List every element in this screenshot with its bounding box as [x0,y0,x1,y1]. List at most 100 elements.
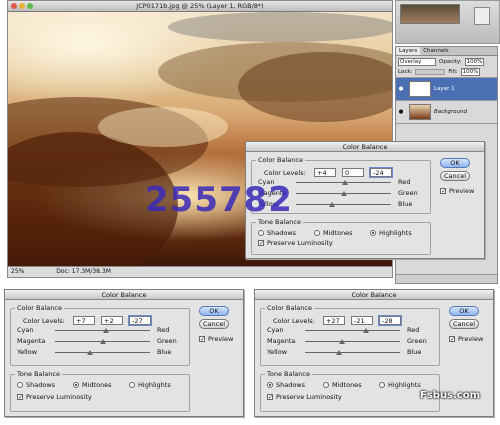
navigator-thumbnail[interactable] [400,4,460,24]
radio-midtones[interactable] [314,230,320,236]
color-balance-dialog-left: Color Balance Color Balance Color Levels: +… [4,289,244,417]
dialog-title[interactable]: Color Balance [246,142,484,152]
slider-track[interactable] [305,330,400,331]
radio-highlights[interactable] [129,382,135,388]
color-level-field-2[interactable]: 0 [342,168,364,177]
slider-thumb[interactable] [103,328,110,333]
opacity-field[interactable]: 100% [464,57,485,66]
slider-left-label: Magenta [17,337,46,345]
minimize-icon[interactable] [19,3,25,9]
color-level-field-2[interactable]: -21 [351,316,373,325]
preview-checkbox[interactable]: ✓ [199,336,205,343]
slider-right-label: Red [157,326,170,334]
slider-thumb[interactable] [100,339,107,344]
eye-icon[interactable]: ● [396,109,406,115]
radio-shadows[interactable] [267,382,273,388]
cancel-button[interactable]: Cancel [440,171,470,181]
slider-track[interactable] [55,352,150,353]
radio-shadows[interactable] [17,382,23,388]
slider-left-label: Yellow [17,348,38,356]
color-levels-label: Color Levels: [264,169,306,177]
color-level-field-1[interactable]: +7 [73,316,95,325]
color-balance-group-label: Color Balance [265,304,314,312]
watermark-text: 255782 [145,180,293,220]
zoom-level[interactable]: 25% [11,268,24,275]
slider-right-label: Blue [157,348,172,356]
slider-thumb[interactable] [329,202,336,207]
layer-thumbnail [409,104,431,120]
slider-left-label: Yellow [267,348,288,356]
photo-statusbar: 25% Doc: 17.3M/38.3M [8,266,392,277]
color-level-field-1[interactable]: +4 [314,168,336,177]
dialog-title[interactable]: Color Balance [255,290,493,300]
preview-checkbox[interactable]: ✓ [449,336,455,343]
file-icon[interactable] [474,7,490,25]
layer-actions-bar[interactable] [396,274,497,283]
radio-label-highlights: Highlights [388,381,421,389]
tab-layers[interactable]: Layers [396,47,421,55]
ok-button[interactable]: OK [199,306,229,316]
doc-info[interactable]: Doc: 17.3M/38.3M [56,268,111,275]
radio-label-highlights: Highlights [379,229,412,237]
radio-label-shadows: Shadows [267,229,297,237]
color-level-field-3[interactable]: -27 [128,315,152,326]
color-level-field-3[interactable]: -24 [369,167,393,178]
photo-title: JCP0171b.jpg @ 25% (Layer 1, RGB/8*) [136,2,264,10]
slider-right-label: Blue [407,348,422,356]
site-logo: Fsbus.com [420,390,481,401]
color-level-field-3[interactable]: -28 [378,315,402,326]
lock-row: Lock: Fill: 100% [396,67,497,78]
cancel-button[interactable]: Cancel [449,319,479,329]
radio-shadows[interactable] [258,230,264,236]
cancel-button[interactable]: Cancel [199,319,229,329]
lock-icons[interactable] [415,69,446,75]
photo-titlebar[interactable]: JCP0171b.jpg @ 25% (Layer 1, RGB/8*) [8,1,392,12]
ok-button[interactable]: OK [449,306,479,316]
color-level-field-2[interactable]: +2 [101,316,123,325]
slider-track[interactable] [305,352,400,353]
slider-thumb[interactable] [362,328,369,333]
layer-row-layer1[interactable]: ● Layer 1 [396,78,497,101]
preview-label: Preview [208,335,234,343]
radio-midtones[interactable] [323,382,329,388]
radio-highlights[interactable] [379,382,385,388]
fill-label: Fill: [448,69,458,75]
radio-label-midtones: Midtones [82,381,112,389]
tab-channels[interactable]: Channels [420,47,451,55]
color-balance-group-label: Color Balance [15,304,64,312]
slider-right-label: Green [407,337,427,345]
fill-field[interactable]: 100% [460,68,481,76]
slider-track[interactable] [296,204,391,205]
preview-label: Preview [449,187,475,195]
slider-right-label: Green [157,337,177,345]
slider-thumb[interactable] [87,350,94,355]
color-balance-group-label: Color Balance [256,156,305,164]
dialog-title[interactable]: Color Balance [5,290,243,300]
slider-thumb[interactable] [342,180,349,185]
radio-highlights[interactable] [370,230,376,236]
slider-thumb[interactable] [340,191,347,196]
eye-icon[interactable]: ● [396,86,406,92]
radio-label-shadows: Shadows [26,381,56,389]
blend-mode-select[interactable]: Overlay [398,57,436,66]
preview-checkbox[interactable]: ✓ [440,188,446,195]
close-icon[interactable] [11,3,17,9]
slider-thumb[interactable] [339,339,346,344]
thumbnail-strip [395,0,500,44]
preserve-luminosity-checkbox[interactable]: ✓ [17,394,23,401]
preserve-luminosity-checkbox[interactable]: ✓ [267,394,273,401]
preserve-luminosity-label: Preserve Luminosity [276,393,342,401]
blend-row: Overlay Opacity: 100% [396,56,497,67]
slider-thumb[interactable] [336,350,343,355]
layer-thumbnail [409,81,431,97]
slider-left-label: Magenta [267,337,296,345]
preserve-luminosity-checkbox[interactable]: ✓ [258,240,264,247]
opacity-label: Opacity: [439,58,462,65]
radio-midtones[interactable] [73,382,79,388]
preserve-luminosity-label: Preserve Luminosity [267,239,333,247]
layer-row-background[interactable]: ● Background [396,101,497,124]
color-level-field-1[interactable]: +27 [323,316,345,325]
zoom-icon[interactable] [27,3,33,9]
slider-track[interactable] [305,341,400,342]
ok-button[interactable]: OK [440,158,470,168]
